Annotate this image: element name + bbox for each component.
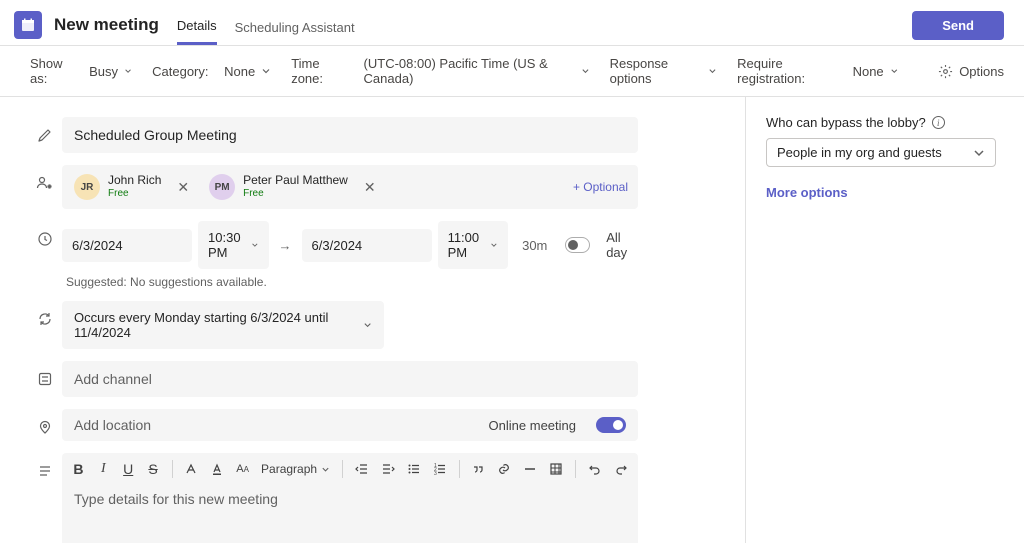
start-date-input[interactable]: 6/3/2024 (62, 229, 192, 262)
more-options-link[interactable]: More options (766, 185, 1004, 200)
italic-button[interactable]: I (97, 459, 110, 479)
richtext-toolbar: B I U S AA Paragraph 123 (62, 453, 638, 485)
lobby-dropdown[interactable]: People in my org and guests (766, 138, 996, 167)
strike-button[interactable]: S (147, 459, 160, 479)
channel-icon (28, 361, 62, 387)
tab-scheduling-assistant[interactable]: Scheduling Assistant (235, 5, 355, 45)
online-meeting-label: Online meeting (489, 418, 576, 433)
people-icon (28, 165, 62, 191)
attendee-chip: PM Peter Paul Matthew Free ✕ (203, 170, 387, 204)
options-button[interactable]: Options (938, 64, 1004, 79)
indent-button[interactable] (381, 459, 395, 479)
link-button[interactable] (497, 459, 511, 479)
outdent-button[interactable] (355, 459, 369, 479)
tab-details[interactable]: Details (177, 5, 217, 45)
meeting-title-input[interactable]: Scheduled Group Meeting (62, 117, 638, 153)
response-options-dropdown[interactable]: Response options (610, 56, 718, 86)
info-icon[interactable]: i (932, 116, 945, 129)
all-day-label: All day (606, 230, 638, 260)
header: New meeting Details Scheduling Assistant… (0, 0, 1024, 46)
add-optional-button[interactable]: + Optional (573, 180, 628, 194)
remove-attendee-button[interactable]: ✕ (364, 179, 376, 196)
remove-attendee-button[interactable]: ✕ (177, 179, 189, 196)
options-toolbar: Show as: Busy Category: None Time zone: … (0, 46, 1024, 97)
end-date-input[interactable]: 6/3/2024 (302, 229, 432, 262)
attendee-status: Free (243, 188, 348, 200)
clock-icon (28, 221, 62, 247)
underline-button[interactable]: U (122, 459, 135, 479)
paragraph-style-dropdown[interactable]: Paragraph (261, 462, 330, 476)
attendee-chip: JR John Rich Free ✕ (68, 170, 201, 204)
header-tabs: Details Scheduling Assistant (177, 5, 355, 45)
attendee-status: Free (108, 188, 161, 200)
attendee-name: John Rich (108, 174, 161, 188)
show-as-dropdown[interactable]: Show as: Busy (30, 56, 132, 86)
online-meeting-toggle[interactable] (596, 417, 626, 433)
bullet-list-button[interactable] (407, 459, 421, 479)
recurrence-icon (28, 301, 62, 327)
redo-button[interactable] (614, 459, 628, 479)
registration-dropdown[interactable]: Require registration: None (737, 56, 898, 86)
svg-text:3: 3 (434, 471, 437, 476)
avatar: PM (209, 174, 235, 200)
description-icon (28, 453, 62, 479)
recurrence-dropdown[interactable]: Occurs every Monday starting 6/3/2024 un… (62, 301, 384, 349)
start-time-input[interactable]: 10:30 PM (198, 221, 269, 269)
duration-label: 30m (522, 238, 547, 253)
lobby-label: Who can bypass the lobby? i (766, 115, 1004, 130)
all-day-toggle[interactable] (565, 237, 590, 253)
undo-button[interactable] (588, 459, 602, 479)
arrow-right-icon: → (275, 238, 296, 253)
bold-button[interactable]: B (72, 459, 85, 479)
description-editor[interactable]: Type details for this new meeting (62, 485, 638, 543)
font-size-button[interactable]: AA (236, 459, 249, 479)
attendees-field[interactable]: JR John Rich Free ✕ PM Peter Paul Matthe… (62, 165, 638, 209)
table-button[interactable] (549, 459, 563, 479)
numbered-list-button[interactable]: 123 (433, 459, 447, 479)
location-icon (28, 409, 62, 435)
hr-button[interactable] (523, 459, 537, 479)
sidebar: Who can bypass the lobby? i People in my… (746, 97, 1024, 543)
quote-button[interactable] (471, 459, 485, 479)
pencil-icon (28, 117, 62, 143)
attendee-name: Peter Paul Matthew (243, 174, 348, 188)
send-button[interactable]: Send (912, 11, 1004, 40)
category-dropdown[interactable]: Category: None (152, 64, 271, 79)
avatar: JR (74, 174, 100, 200)
font-color-button[interactable] (210, 459, 224, 479)
form-main: Scheduled Group Meeting JR John Rich Fre… (0, 97, 746, 543)
end-time-input[interactable]: 11:00 PM (438, 221, 509, 269)
gear-icon (938, 64, 953, 79)
suggested-text: Suggested: No suggestions available. (62, 275, 638, 289)
highlight-button[interactable] (184, 459, 198, 479)
location-input[interactable]: Add location Online meeting (62, 409, 638, 441)
channel-input[interactable]: Add channel (62, 361, 638, 397)
calendar-app-icon (14, 11, 42, 39)
timezone-dropdown[interactable]: Time zone: (UTC-08:00) Pacific Time (US … (291, 56, 589, 86)
page-title: New meeting (54, 15, 159, 35)
